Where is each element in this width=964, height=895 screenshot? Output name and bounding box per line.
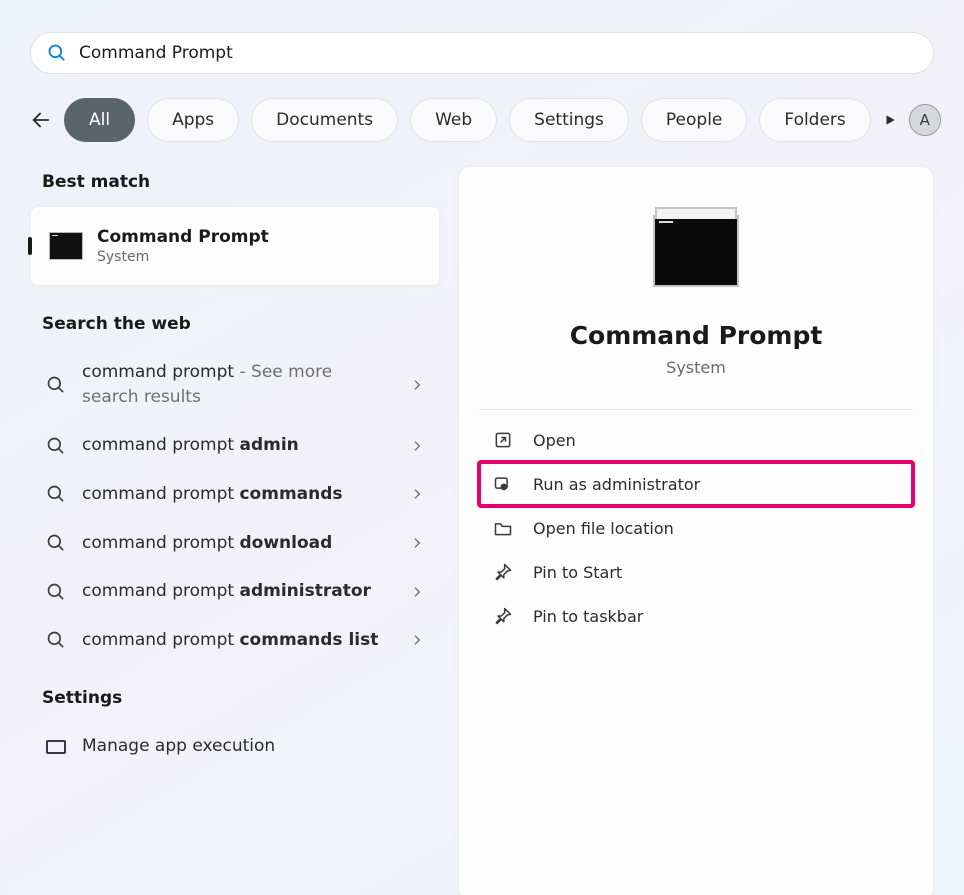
filter-pill-settings[interactable]: Settings: [509, 98, 629, 142]
filter-pill-people[interactable]: People: [641, 98, 747, 142]
settings-suggestion[interactable]: Manage app execution: [30, 722, 440, 771]
action-label: Open: [533, 431, 576, 450]
action-label: Open file location: [533, 519, 674, 538]
command-prompt-icon: [49, 232, 83, 260]
web-suggestion-text: command prompt administrator: [82, 579, 394, 604]
chevron-right-icon: [410, 378, 424, 392]
search-icon: [46, 533, 66, 553]
action-pin-taskbar[interactable]: Pin to taskbar: [479, 594, 913, 638]
action-label: Pin to taskbar: [533, 607, 643, 626]
web-suggestion[interactable]: command prompt download: [30, 519, 440, 568]
web-suggestion[interactable]: command prompt commands list: [30, 616, 440, 665]
best-match-title: Command Prompt: [97, 227, 269, 247]
chevron-right-icon: [410, 536, 424, 550]
more-options-button[interactable]: [959, 104, 964, 136]
search-bar[interactable]: [30, 32, 934, 74]
chevron-right-icon: [410, 585, 424, 599]
best-match-card[interactable]: Command Prompt System: [30, 206, 440, 286]
action-label: Run as administrator: [533, 475, 700, 494]
web-suggestion[interactable]: command prompt - See more search results: [30, 348, 440, 421]
filter-pill-apps[interactable]: Apps: [147, 98, 239, 142]
chevron-right-icon: [410, 439, 424, 453]
web-suggestion-text: command prompt commands list: [82, 628, 394, 653]
action-open[interactable]: Open: [479, 418, 913, 462]
filter-pills: All Apps Documents Web Settings People Folders: [64, 98, 871, 142]
web-suggestion-text: command prompt download: [82, 531, 394, 556]
settings-suggestion-list: Manage app execution: [30, 722, 440, 771]
search-icon: [46, 436, 66, 456]
preview-card: Command Prompt System Open Run as adminis…: [458, 166, 934, 895]
best-match-subtitle: System: [97, 249, 269, 265]
preview-app-icon: [653, 215, 739, 287]
filter-pill-all[interactable]: All: [64, 98, 135, 142]
filter-pill-folders[interactable]: Folders: [759, 98, 870, 142]
open-icon: [493, 430, 513, 450]
divider: [479, 409, 913, 410]
chevron-right-icon: [410, 633, 424, 647]
filter-pill-web[interactable]: Web: [410, 98, 497, 142]
web-suggestion-list: command prompt - See more search results…: [30, 348, 440, 664]
settings-heading: Settings: [42, 688, 440, 708]
profile-avatar[interactable]: A: [909, 104, 941, 136]
action-run-admin[interactable]: Run as administrator: [479, 462, 913, 506]
web-suggestion[interactable]: command prompt admin: [30, 421, 440, 470]
web-suggestion-text: command prompt - See more search results: [82, 360, 394, 409]
folder-icon: [493, 518, 513, 538]
back-button[interactable]: [30, 101, 52, 139]
preview-action-list: Open Run as administrator Open file locati…: [479, 418, 913, 638]
search-icon: [46, 630, 66, 650]
web-suggestion-text: command prompt commands: [82, 482, 394, 507]
settings-icon: [46, 740, 66, 754]
search-icon: [47, 43, 67, 63]
search-icon: [46, 582, 66, 602]
pin-icon: [493, 562, 513, 582]
search-icon: [46, 484, 66, 504]
action-label: Pin to Start: [533, 563, 622, 582]
search-input[interactable]: [79, 33, 933, 73]
web-suggestion[interactable]: command prompt administrator: [30, 567, 440, 616]
preview-subtitle: System: [666, 358, 726, 377]
pin-icon: [493, 606, 513, 626]
filter-pill-documents[interactable]: Documents: [251, 98, 398, 142]
search-web-heading: Search the web: [42, 314, 440, 334]
search-icon: [46, 375, 66, 395]
action-pin-start[interactable]: Pin to Start: [479, 550, 913, 594]
filter-row: All Apps Documents Web Settings People Folders…: [30, 98, 934, 142]
web-suggestion[interactable]: command prompt commands: [30, 470, 440, 519]
best-match-heading: Best match: [42, 172, 440, 192]
web-suggestion-text: command prompt admin: [82, 433, 394, 458]
admin-icon: [493, 474, 513, 494]
chevron-right-icon: [410, 487, 424, 501]
action-file-location[interactable]: Open file location: [479, 506, 913, 550]
more-filters-button[interactable]: [883, 101, 897, 139]
settings-suggestion-text: Manage app execution: [82, 734, 424, 759]
preview-title: Command Prompt: [570, 321, 823, 350]
